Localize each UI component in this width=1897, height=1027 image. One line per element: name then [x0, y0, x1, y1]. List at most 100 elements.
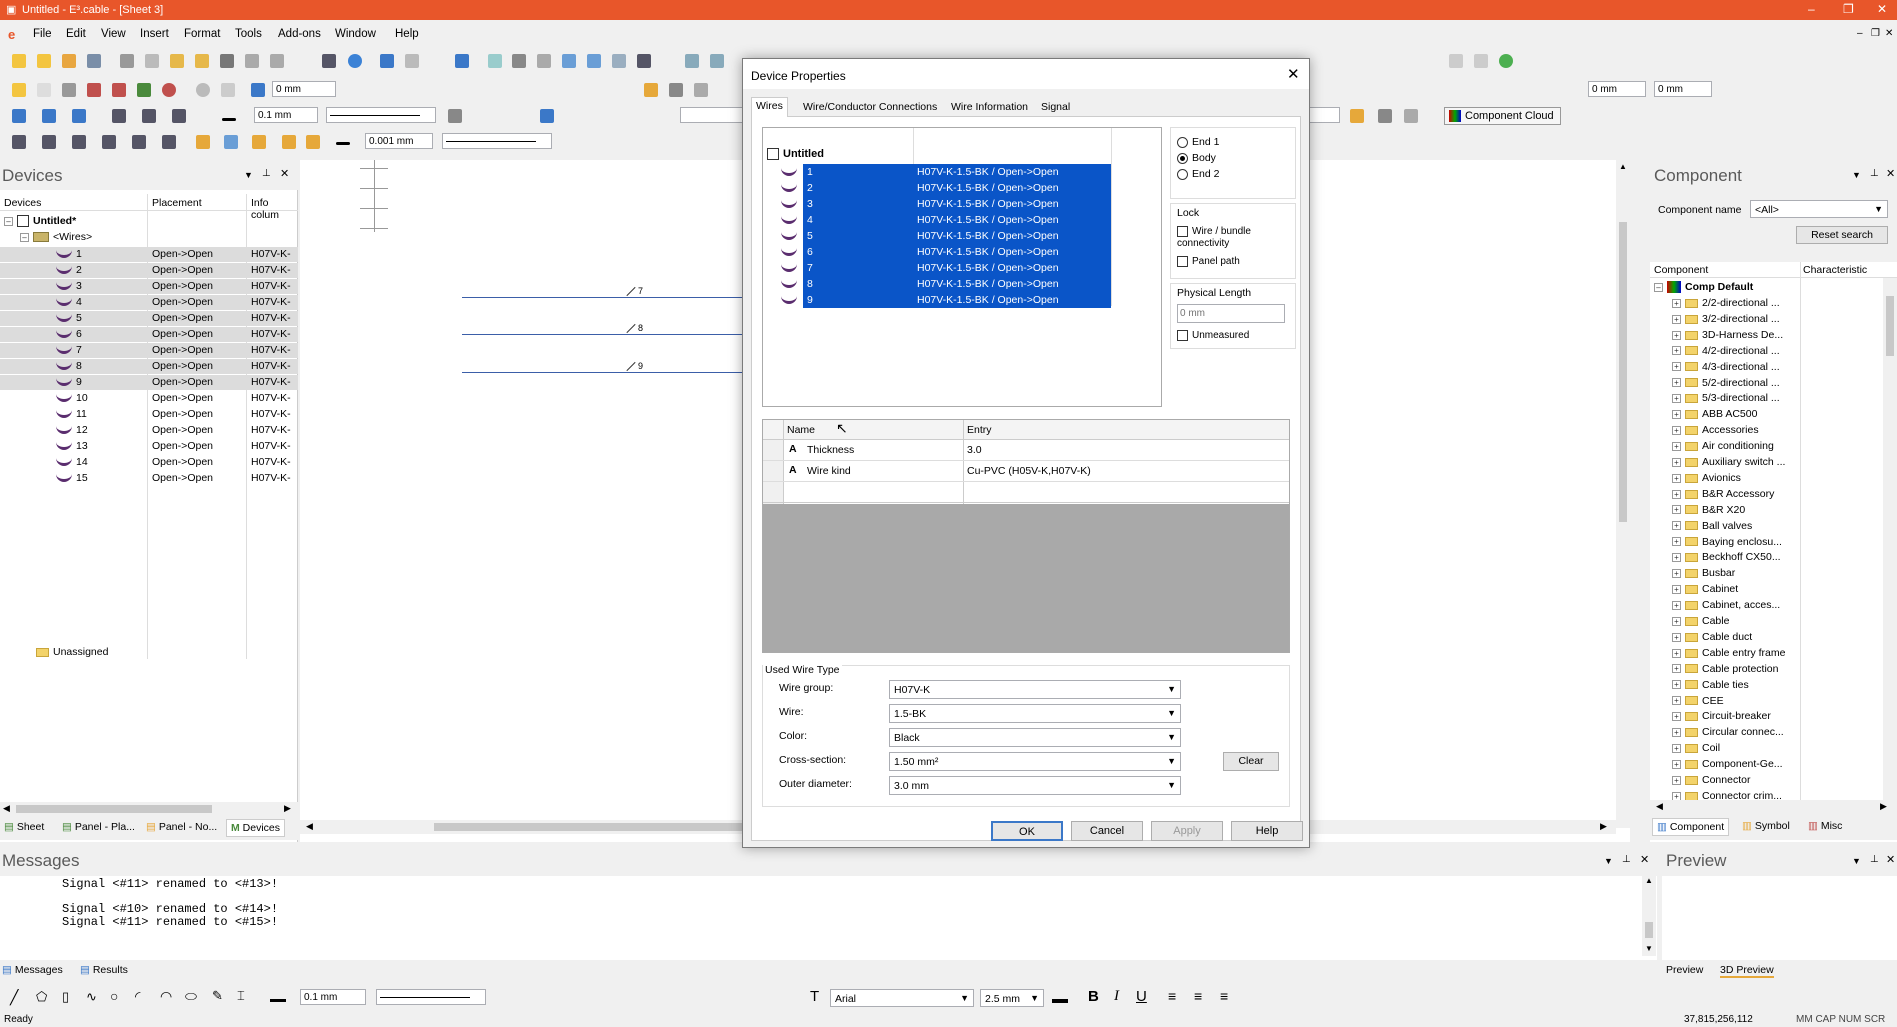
expand-icon[interactable]: +	[1672, 346, 1681, 356]
dialog-wire-row[interactable]: 1 H07V-K-1.5-BK / Open->Open	[763, 164, 1111, 180]
align-center-icon[interactable]: ≡	[1194, 988, 1202, 1004]
print-icon[interactable]	[322, 54, 336, 68]
expand-icon[interactable]: +	[1672, 569, 1681, 579]
component-tree-item[interactable]: + CEE	[1672, 695, 1800, 708]
undo-icon[interactable]	[380, 54, 394, 68]
tool-o-icon[interactable]	[72, 109, 86, 123]
refresh-icon[interactable]	[1499, 54, 1513, 68]
pin-icon[interactable]: ⊥	[262, 168, 271, 179]
select-icon[interactable]	[455, 54, 469, 68]
tab-wire-conductor-connections[interactable]: Wire/Conductor Connections	[799, 99, 941, 115]
expand-icon[interactable]: +	[1672, 425, 1681, 435]
checkbox-wire-bundle[interactable]: Wire / bundle connectivity	[1177, 226, 1293, 250]
component-tree-item[interactable]: + Cable protection	[1672, 663, 1800, 676]
tool-e-icon[interactable]	[112, 83, 126, 97]
expand-icon[interactable]: +	[1672, 584, 1681, 594]
expand-icon[interactable]: +	[1672, 457, 1681, 467]
font-dropdown[interactable]: Arial ▼	[830, 989, 974, 1007]
device-row[interactable]: 9 Open->Open H07V-K-	[0, 375, 298, 390]
component-tree-item[interactable]: +4/3-directional ...	[1672, 361, 1800, 374]
component-root[interactable]: – Comp Default	[1654, 281, 1753, 294]
expand-icon[interactable]: +	[1672, 378, 1681, 388]
menu-view[interactable]: View	[101, 28, 126, 40]
draw-curve-icon[interactable]: ∿	[86, 989, 97, 1005]
rotate-icon[interactable]	[251, 83, 265, 97]
expand-icon[interactable]: +	[1672, 473, 1681, 483]
tab-3d-preview[interactable]: 3D Preview	[1720, 964, 1774, 978]
component-tree-item[interactable]: + Cable entry frame	[1672, 647, 1800, 660]
draw-freehand-icon[interactable]: ✎	[212, 988, 223, 1004]
text-color-icon[interactable]	[1052, 999, 1068, 1003]
panel-menu-icon[interactable]: ▼	[1852, 170, 1861, 180]
format-line-spinner[interactable]: 0.1 mm	[300, 989, 366, 1005]
find-icon[interactable]	[245, 54, 259, 68]
tool-z-icon[interactable]	[72, 135, 86, 149]
device-row[interactable]: 11 Open->Open H07V-K-	[0, 407, 298, 422]
tree-unassigned[interactable]: Unassigned	[36, 646, 108, 659]
component-vscroll[interactable]	[1883, 278, 1897, 800]
checkbox-panel-path[interactable]: Panel path	[1177, 256, 1240, 267]
menu-insert[interactable]: Insert	[140, 28, 169, 40]
device-row[interactable]: 7 Open->Open H07V-K-	[0, 343, 298, 358]
mdi-restore-icon[interactable]: ❐	[1871, 28, 1880, 39]
dialog-wire-row[interactable]: 4 H07V-K-1.5-BK / Open->Open	[763, 212, 1111, 228]
component-tree-item[interactable]: + B&R Accessory	[1672, 488, 1800, 501]
mdi-minimize-icon[interactable]: –	[1857, 28, 1863, 39]
component-tree-item[interactable]: +2/2-directional ...	[1672, 297, 1800, 310]
pin-icon[interactable]: ⊥	[1870, 168, 1879, 179]
expand-icon[interactable]: +	[1672, 632, 1681, 642]
tool-ah-icon[interactable]	[306, 135, 320, 149]
tab-devices[interactable]: M Devices	[226, 819, 286, 837]
draw-circle-icon[interactable]: ○	[110, 988, 118, 1004]
devices-hscroll[interactable]: ◀ ▶	[0, 802, 298, 816]
dialog-close-icon[interactable]: ✕	[1287, 65, 1300, 83]
tab-sheet[interactable]: ▤ Sheet	[4, 821, 44, 833]
tab-wires[interactable]: Wires	[751, 97, 788, 118]
bus-icon[interactable]	[587, 54, 601, 68]
dialog-wire-row[interactable]: 3 H07V-K-1.5-BK / Open->Open	[763, 196, 1111, 212]
physical-length-input[interactable]	[1177, 304, 1285, 323]
tab-messages[interactable]: ▤ Messages	[2, 964, 63, 976]
shape-icon[interactable]	[537, 54, 551, 68]
component-tree-item[interactable]: + Connector	[1672, 774, 1800, 787]
component-tree-item[interactable]: +3/2-directional ...	[1672, 313, 1800, 326]
insert-device-icon[interactable]	[488, 54, 502, 68]
device-row[interactable]: 5 Open->Open H07V-K-	[0, 311, 298, 326]
col-info[interactable]: Info colum	[251, 197, 298, 221]
tab-symbol[interactable]: ▥ Symbol	[1742, 820, 1790, 832]
component-tree-item[interactable]: + Circuit-breaker	[1672, 710, 1800, 723]
tool-t-icon[interactable]	[540, 109, 554, 123]
expand-icon[interactable]: +	[1672, 712, 1681, 722]
device-row[interactable]: 13 Open->Open H07V-K-	[0, 439, 298, 454]
component-tree-item[interactable]: + Auxiliary switch ...	[1672, 456, 1800, 469]
device-row[interactable]: 6 Open->Open H07V-K-	[0, 327, 298, 342]
tool-i-icon[interactable]	[221, 83, 235, 97]
pin-icon[interactable]: ⊥	[1622, 854, 1631, 865]
component-tree-item[interactable]: + B&R X20	[1672, 504, 1800, 517]
expand-icon[interactable]: +	[1672, 680, 1681, 690]
tool-ad-icon[interactable]	[196, 135, 210, 149]
zoom-out-icon[interactable]	[710, 54, 724, 68]
component-tree-item[interactable]: + Cable ties	[1672, 679, 1800, 692]
expand-icon[interactable]: +	[1672, 600, 1681, 610]
tab-component[interactable]: ▥ Component	[1652, 818, 1730, 836]
col-devices[interactable]: Devices	[4, 197, 41, 209]
device-row[interactable]: 15 Open->Open H07V-K-	[0, 471, 298, 486]
wire-group-dropdown[interactable]: H07V-K ▼	[889, 680, 1181, 699]
maximize-icon[interactable]: ❐	[1843, 2, 1854, 16]
tool-l-icon[interactable]	[694, 83, 708, 97]
tool-h-icon[interactable]	[196, 83, 210, 97]
menu-addons[interactable]: Add-ons	[278, 28, 321, 40]
line-type-combo-2[interactable]	[442, 133, 552, 149]
bold-icon[interactable]: B	[1088, 988, 1099, 1005]
component-name-dropdown[interactable]: <All> ▼	[1750, 200, 1888, 218]
redo-icon[interactable]	[405, 54, 419, 68]
expand-icon[interactable]: +	[1672, 616, 1681, 626]
tool-w-icon[interactable]	[1404, 109, 1418, 123]
tool-f-icon[interactable]	[137, 83, 151, 97]
panel-menu-icon[interactable]: ▼	[244, 170, 253, 180]
tool-m-icon[interactable]	[12, 109, 26, 123]
device-row[interactable]: 12 Open->Open H07V-K-	[0, 423, 298, 438]
component-tree-item[interactable]: + Cable	[1672, 615, 1800, 628]
expand-icon[interactable]: +	[1672, 441, 1681, 451]
